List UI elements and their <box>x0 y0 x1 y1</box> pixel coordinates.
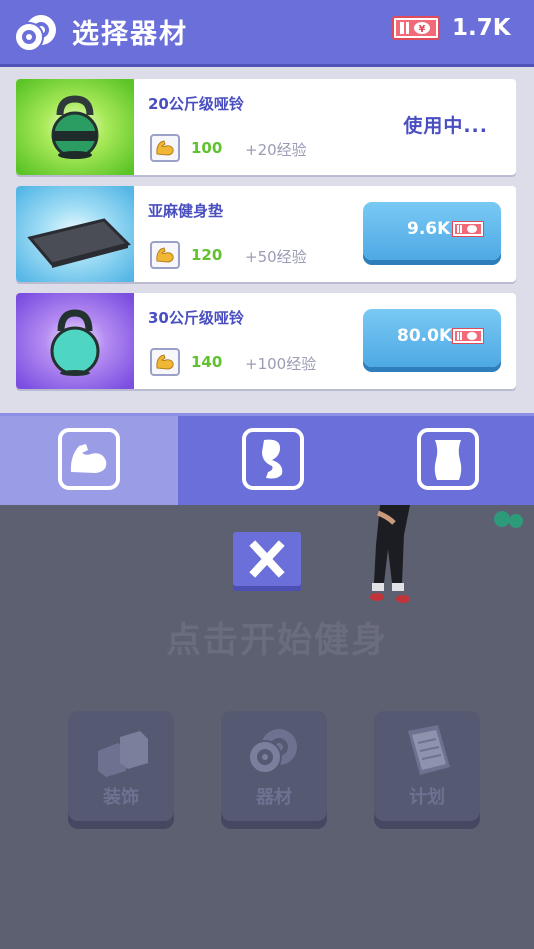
close-button[interactable] <box>233 532 301 586</box>
dock-label: 计划 <box>409 787 445 808</box>
decorate-button[interactable]: 装饰 <box>68 711 174 821</box>
clipboard-icon <box>408 725 450 775</box>
item-name: 20公斤级哑铃 <box>148 95 244 113</box>
dock-label: 装饰 <box>103 787 139 808</box>
yoga-mat-icon <box>16 186 134 282</box>
exp-value: +100经验 <box>245 355 317 373</box>
dumbbell-icon <box>14 15 56 52</box>
tab-legs[interactable] <box>178 416 356 508</box>
torso-icon <box>417 428 479 490</box>
exp-value: +20经验 <box>245 141 307 159</box>
dumbbell-icon <box>248 729 297 774</box>
header-bar: 选择器材 ¥ 1.7K <box>0 0 534 67</box>
strength-value: 140 <box>191 353 223 371</box>
svg-text:¥: ¥ <box>419 24 426 35</box>
furniture-icon <box>98 731 148 777</box>
money-amount: 1.7K <box>452 15 511 41</box>
tab-arms[interactable] <box>0 416 178 508</box>
player-character <box>370 505 523 603</box>
buy-button[interactable]: 80.0K <box>363 309 501 367</box>
strength-value: 100 <box>191 139 223 157</box>
close-icon <box>249 540 285 578</box>
exp-value: +50经验 <box>245 248 307 266</box>
bicep-icon <box>150 348 180 376</box>
cash-icon <box>452 328 484 344</box>
cash-icon <box>452 221 484 237</box>
start-workout-hint[interactable]: 点击开始健身 <box>0 612 534 663</box>
buy-button[interactable]: 9.6K <box>363 202 501 260</box>
plan-button[interactable]: 计划 <box>374 711 480 821</box>
price-label: 80.0K <box>397 326 453 346</box>
bicep-icon <box>150 134 180 162</box>
equipment-item-3[interactable]: 30公斤级哑铃 140 +100经验 80.0K <box>16 293 516 389</box>
leg-icon <box>242 428 304 490</box>
item-name: 30公斤级哑铃 <box>148 309 244 327</box>
equipment-list: 20公斤级哑铃 100 +20经验 使用中... 亚麻健身垫 120 +50经验… <box>0 67 534 413</box>
equipment-item-1[interactable]: 20公斤级哑铃 100 +20经验 使用中... <box>16 79 516 175</box>
kettlebell-icon <box>16 79 134 175</box>
page-title: 选择器材 <box>72 19 188 50</box>
dock-label: 器材 <box>256 787 292 808</box>
equipment-item-2[interactable]: 亚麻健身垫 120 +50经验 9.6K <box>16 186 516 282</box>
cash-icon: ¥ <box>392 16 440 40</box>
bicep-icon <box>150 241 180 269</box>
tab-torso[interactable] <box>356 416 534 508</box>
in-use-label: 使用中... <box>403 115 488 137</box>
kettlebell-icon <box>16 293 134 389</box>
strength-value: 120 <box>191 246 223 264</box>
price-label: 9.6K <box>407 219 451 239</box>
item-name: 亚麻健身垫 <box>148 202 224 220</box>
bicep-icon <box>58 428 120 490</box>
equipment-button[interactable]: 器材 <box>221 711 327 821</box>
category-tabs <box>0 413 534 508</box>
